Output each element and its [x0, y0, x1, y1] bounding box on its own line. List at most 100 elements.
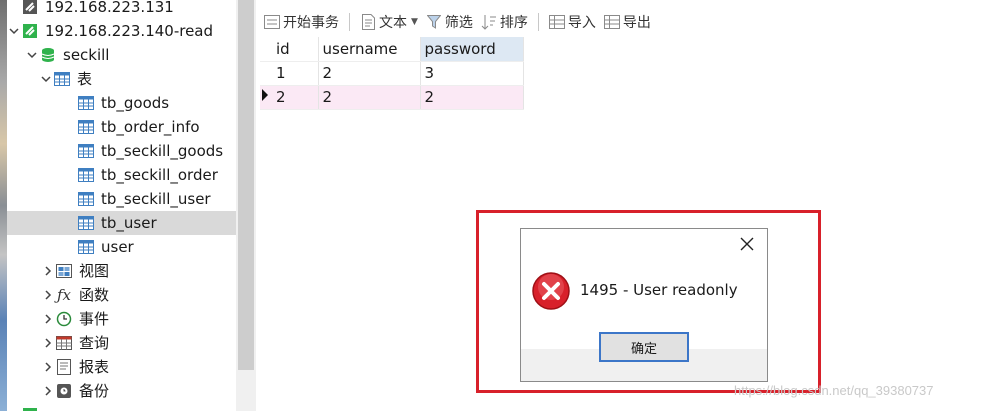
tree-item-label: tb_seckill_order — [101, 166, 218, 184]
tree-item-backups[interactable]: 备份 — [7, 379, 236, 403]
sort-button[interactable]: 排序 — [477, 9, 532, 35]
cell-username[interactable]: 2 — [318, 85, 421, 110]
tree-item-label: tb_order_info — [101, 118, 200, 136]
tree-item-table-tb-seckill-goods[interactable]: tb_seckill_goods — [7, 139, 236, 163]
transaction-icon — [264, 14, 280, 30]
dialog-titlebar — [521, 229, 767, 259]
tree-item-table-tb-order-info[interactable]: tb_order_info — [7, 115, 236, 139]
tree-item-connection-140-read[interactable]: 192.168.223.140-read — [7, 19, 236, 43]
filter-icon — [426, 14, 442, 30]
connection-icon — [21, 22, 39, 40]
connection-icon — [21, 0, 39, 16]
backup-icon — [55, 382, 73, 400]
import-button[interactable]: 导入 — [545, 9, 600, 35]
table-icon — [77, 214, 95, 232]
tree-item-database-seckill[interactable]: seckill — [7, 43, 236, 67]
export-button[interactable]: 导出 — [600, 9, 655, 35]
tree-item-label: 函数 — [79, 286, 110, 304]
connection-icon — [21, 406, 39, 411]
table-icon — [77, 94, 95, 112]
data-grid: id username password 1 2 3 2 2 2 — [260, 37, 524, 110]
tree-item-label: 192.168.223.140-read — [45, 22, 214, 40]
tree-item-label: tb_seckill_user — [101, 190, 211, 208]
row-marker[interactable] — [260, 85, 272, 110]
tree-item-label: tb_user — [101, 214, 157, 232]
tree-item-label: 查询 — [79, 334, 110, 352]
cell-id[interactable]: 2 — [272, 85, 319, 110]
error-message: 1495 - User readonly — [580, 281, 738, 299]
export-label: 导出 — [622, 15, 651, 31]
connection-tree: 192.168.223.131 192.168.223.140-read sec… — [7, 0, 236, 411]
chevron-down-icon[interactable] — [7, 19, 21, 43]
tree-item-tables-group[interactable]: 表 — [7, 67, 236, 91]
table-icon — [77, 190, 95, 208]
sort-label: 排序 — [499, 15, 528, 31]
tree-scrollbar[interactable] — [236, 0, 256, 411]
table-row[interactable]: 2 2 2 — [260, 85, 524, 110]
error-dialog: 1495 - User readonly 确定 — [520, 228, 768, 382]
text-view-button[interactable]: 文本 ▼ — [356, 9, 422, 35]
view-icon — [55, 262, 73, 280]
cell-password[interactable]: 2 — [420, 85, 524, 110]
tree-item-queries[interactable]: 查询 — [7, 331, 236, 355]
tree-item-table-tb-goods[interactable]: tb_goods — [7, 91, 236, 115]
report-icon — [55, 358, 73, 376]
column-header-id[interactable]: id — [272, 37, 319, 62]
column-header-password[interactable]: password — [420, 37, 524, 62]
chevron-down-icon[interactable] — [25, 43, 39, 67]
cell-password[interactable]: 3 — [420, 61, 524, 86]
chevron-right-icon[interactable] — [41, 331, 55, 355]
sort-icon — [481, 14, 497, 30]
filter-label: 筛选 — [444, 15, 473, 31]
ok-button[interactable]: 确定 — [599, 332, 689, 362]
chevron-down-icon[interactable] — [39, 67, 53, 91]
tree-item-label: 表 — [77, 70, 93, 88]
tree-item-table-user[interactable]: user — [7, 235, 236, 259]
scrollbar-thumb[interactable] — [238, 0, 254, 370]
begin-transaction-button[interactable]: 开始事务 — [256, 9, 343, 35]
filter-button[interactable]: 筛选 — [422, 9, 477, 35]
tree-item-table-tb-seckill-user[interactable]: tb_seckill_user — [7, 187, 236, 211]
begin-transaction-label: 开始事务 — [283, 15, 339, 31]
document-icon — [360, 14, 376, 30]
watermark-text: https://blog.csdn.net/qq_39380737 — [734, 383, 934, 398]
tree-item-label: seckill — [63, 46, 110, 64]
tree-item-table-tb-seckill-order[interactable]: tb_seckill_order — [7, 163, 236, 187]
chevron-right-icon[interactable] — [41, 283, 55, 307]
tree-item-label: user — [101, 238, 134, 256]
tree-item-label: 192.168.223.131 — [45, 0, 174, 16]
desktop-background-strip — [0, 0, 7, 411]
tree-item-label: 报表 — [79, 358, 110, 376]
table-icon — [77, 118, 95, 136]
database-icon — [39, 46, 57, 64]
table-icon — [77, 166, 95, 184]
chevron-right-icon[interactable] — [41, 379, 55, 403]
row-marker-header — [260, 37, 272, 62]
toolbar-divider — [537, 13, 539, 31]
tree-item-events[interactable]: 事件 — [7, 307, 236, 331]
tree-item-functions[interactable]: ƒx 函数 — [7, 283, 236, 307]
tree-item-views[interactable]: 视图 — [7, 259, 236, 283]
table-icon — [77, 238, 95, 256]
cell-id[interactable]: 1 — [272, 61, 319, 86]
tables-icon — [53, 70, 71, 88]
data-toolbar: 开始事务 文本 ▼ 筛选 排序 导入 导出 — [256, 9, 991, 35]
event-icon — [55, 310, 73, 328]
tree-item-connection-131[interactable]: 192.168.223.131 — [7, 0, 236, 19]
table-row[interactable]: 1 2 3 — [260, 61, 524, 86]
close-icon[interactable] — [739, 236, 755, 252]
tree-item-table-tb-user[interactable]: tb_user — [7, 211, 236, 235]
chevron-right-icon[interactable] — [41, 259, 55, 283]
chevron-right-icon[interactable] — [41, 355, 55, 379]
row-marker[interactable] — [260, 61, 272, 86]
dropdown-arrow-icon[interactable]: ▼ — [411, 17, 418, 27]
tree-item-label: 备份 — [79, 382, 110, 400]
cell-username[interactable]: 2 — [318, 61, 421, 86]
error-icon — [532, 272, 570, 310]
grid-header-row: id username password — [260, 37, 524, 62]
tree-item-partial-connection[interactable] — [7, 403, 236, 411]
column-header-username[interactable]: username — [318, 37, 421, 62]
chevron-right-icon[interactable] — [41, 307, 55, 331]
toolbar-divider — [349, 13, 350, 31]
tree-item-reports[interactable]: 报表 — [7, 355, 236, 379]
